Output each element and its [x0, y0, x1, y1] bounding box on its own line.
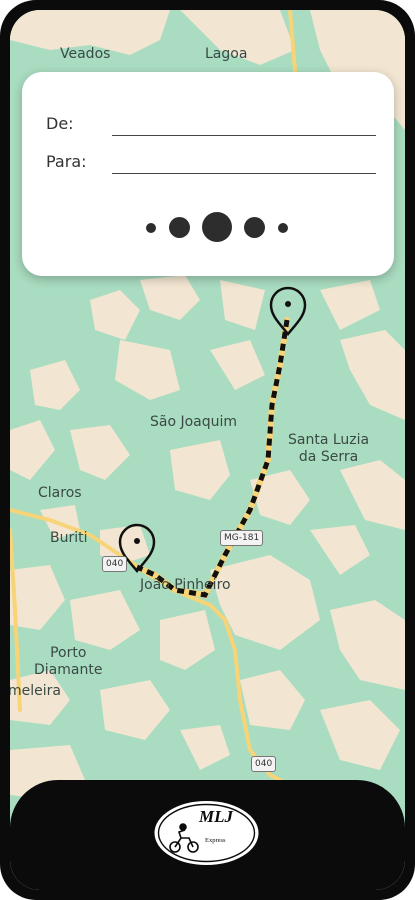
road-shield: 040 — [251, 756, 277, 772]
logo-text: MLJ — [198, 807, 234, 826]
pager-dot[interactable] — [278, 223, 288, 233]
place-label: Claros — [38, 485, 82, 501]
footer-bar: MLJ Express — [10, 780, 405, 890]
to-row: Para: — [46, 148, 376, 176]
pager-dots — [22, 212, 394, 244]
to-input[interactable] — [112, 148, 376, 174]
logo-subtext: Express — [205, 837, 226, 844]
place-label: São Joaquim — [150, 414, 238, 430]
place-label: meleira — [10, 683, 61, 699]
pager-dot[interactable] — [244, 217, 265, 238]
road-shield: 040 — [102, 556, 128, 572]
from-row: De: — [46, 110, 376, 138]
mlj-express-logo[interactable]: MLJ Express — [153, 800, 260, 866]
road-shield: MG-181 — [220, 530, 264, 546]
place-label: Porto Diamante — [34, 645, 103, 678]
pager-dot[interactable] — [169, 217, 190, 238]
screen: Veados Lagoa São Joaquim Santa Luzia da … — [10, 10, 405, 890]
place-label: João Pinheiro — [140, 577, 231, 593]
to-label: Para: — [46, 152, 87, 171]
phone-frame: Veados Lagoa São Joaquim Santa Luzia da … — [0, 0, 415, 900]
route-card: De: Para: — [22, 72, 394, 276]
place-label: Santa Luzia da Serra — [288, 432, 370, 465]
from-input[interactable] — [112, 110, 376, 136]
pager-dot[interactable] — [146, 223, 156, 233]
place-label: Lagoa — [205, 46, 248, 62]
place-label: Veados — [60, 46, 111, 62]
from-label: De: — [46, 114, 74, 133]
pager-dot-active[interactable] — [202, 212, 232, 242]
place-label: Buriti — [50, 530, 88, 546]
